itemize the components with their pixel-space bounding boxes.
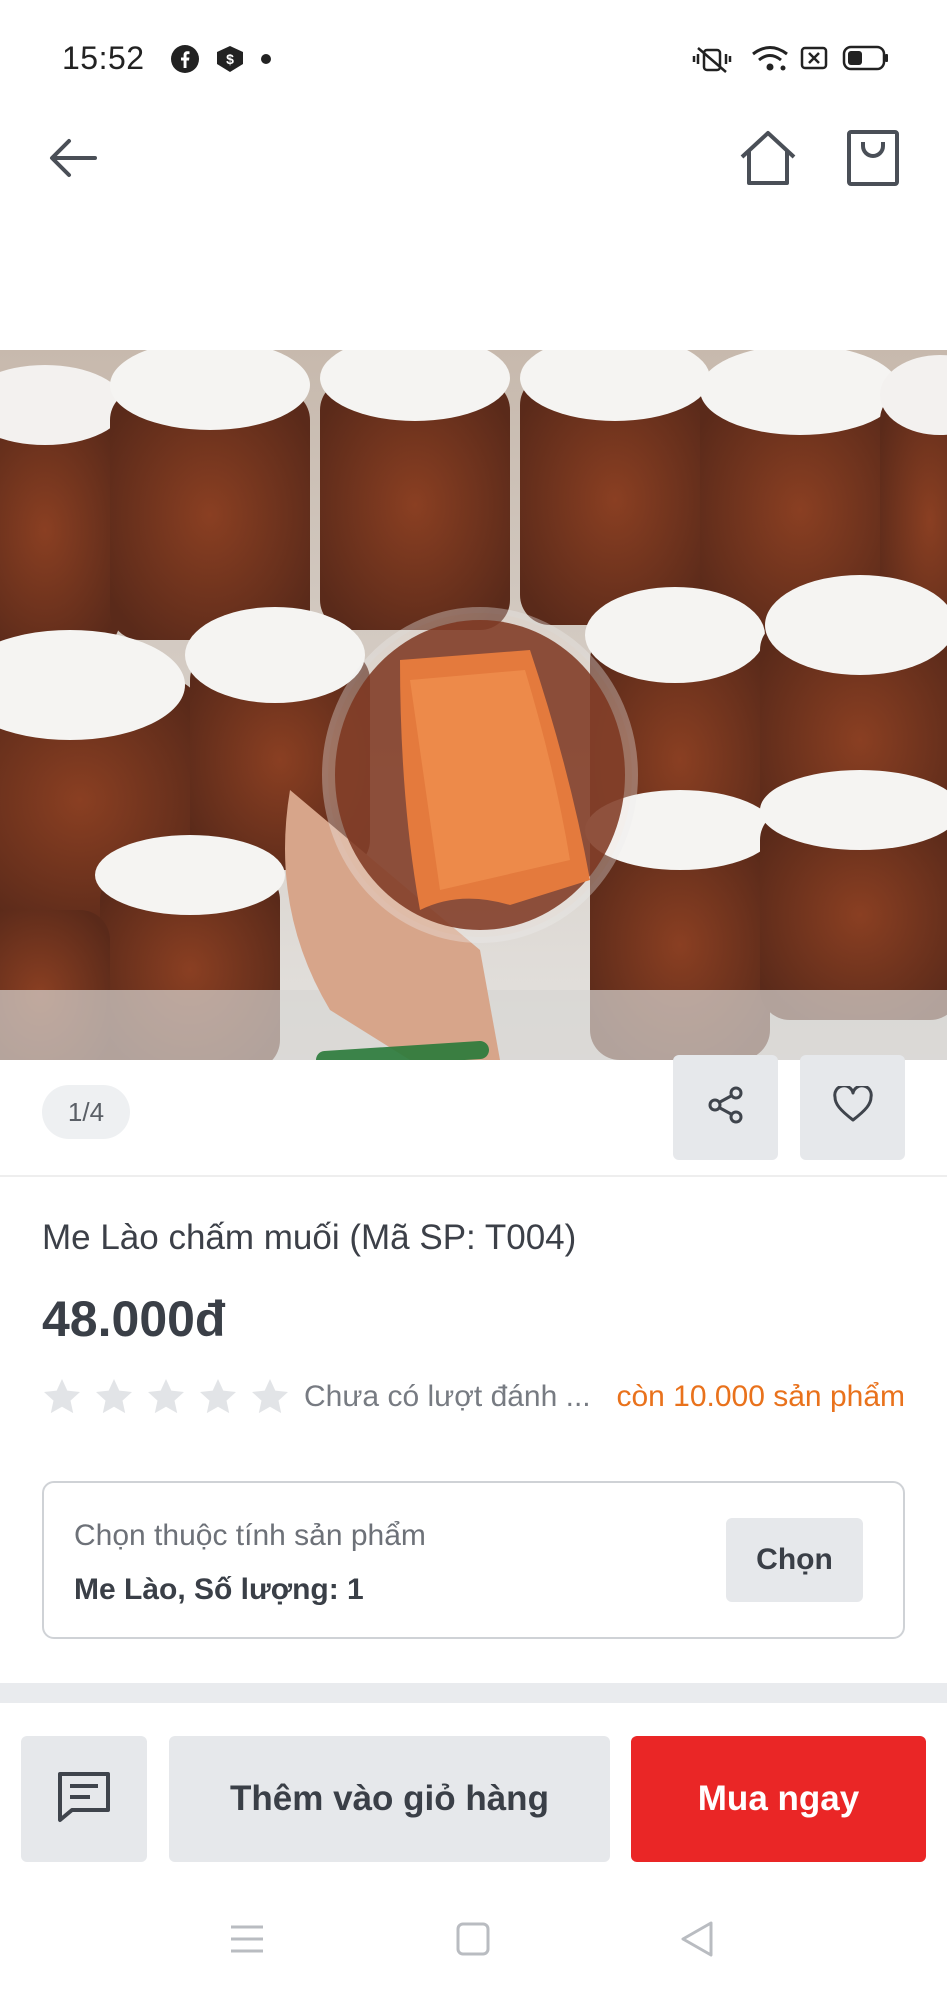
sim-icon [800,44,828,77]
square-icon [455,1921,491,1962]
dot-icon [260,52,272,70]
rating-stars [42,1377,290,1417]
favorite-button[interactable] [800,1055,905,1160]
top-nav [0,115,947,205]
buy-now-button[interactable]: Mua ngay [631,1736,926,1862]
vibrate-icon [690,44,734,79]
wifi-icon [750,44,790,79]
system-nav [0,1882,947,1999]
back-nav-button[interactable] [667,1916,727,1966]
product-photo [0,350,947,1060]
svg-text:$: $ [226,51,234,67]
shopping-bag-icon [845,128,901,193]
star-icon [200,1379,236,1414]
star-icon [252,1379,288,1414]
status-bar: 15:52 $ [0,0,947,115]
facebook-icon [170,44,200,79]
page-indicator: 1/4 [42,1085,130,1139]
home-icon [738,129,798,192]
rating-row: Chưa có lượt đánh ... [42,1373,591,1421]
home-button[interactable] [723,115,813,205]
back-arrow-icon [45,133,101,188]
section-divider [0,1683,947,1703]
star-icon [96,1379,132,1414]
star-icon [148,1379,184,1414]
messenger-icon: $ [214,44,246,79]
attribute-label: Chọn thuộc tính sản phẩm [74,1519,426,1552]
triangle-back-icon [679,1919,715,1964]
add-to-cart-button[interactable]: Thêm vào giỏ hàng [169,1736,610,1862]
status-time: 15:52 [62,40,145,76]
menu-button[interactable] [217,1916,277,1966]
rating-text: Chưa có lượt đánh ... [304,1380,591,1413]
action-bar: Thêm vào giỏ hàng Mua ngay [0,1712,947,1882]
gallery-bar: 1/4 [0,1055,947,1177]
back-button[interactable] [28,115,118,205]
home-nav-button[interactable] [443,1916,503,1966]
menu-icon [227,1922,267,1961]
choose-button[interactable]: Chọn [726,1518,863,1602]
battery-icon [842,44,890,77]
product-title: Me Lào chấm muối (Mã SP: T004) [42,1218,577,1257]
share-icon [706,1085,746,1130]
stock-text: còn 10.000 sản phẩm [616,1380,905,1413]
product-image[interactable] [0,350,947,1060]
heart-icon [832,1084,874,1129]
star-icon [44,1379,80,1414]
attribute-selector[interactable]: Chọn thuộc tính sản phẩm Me Lào, Số lượn… [42,1481,905,1639]
chat-button[interactable] [21,1736,147,1862]
share-button[interactable] [673,1055,778,1160]
chat-icon [56,1770,112,1829]
cart-button[interactable] [828,115,918,205]
attribute-value: Me Lào, Số lượng: 1 [74,1573,364,1606]
product-price: 48.000đ [42,1291,226,1347]
